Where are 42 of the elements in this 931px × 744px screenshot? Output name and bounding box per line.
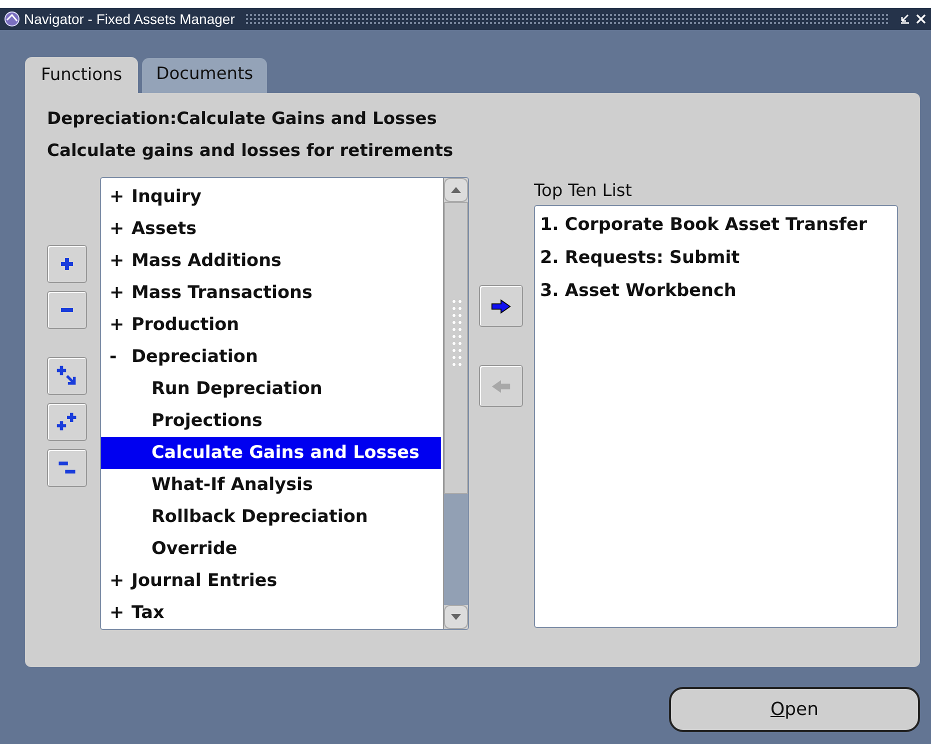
plus-arrow-icon — [56, 365, 78, 387]
tree-item[interactable]: Projections — [101, 405, 443, 437]
right-arrow-icon — [491, 298, 512, 314]
tree-item[interactable]: + Journal Entries — [101, 565, 443, 597]
list-item[interactable]: 2. Requests: Submit — [535, 245, 897, 278]
plus-icon — [60, 257, 74, 271]
tree-item[interactable]: What-If Analysis — [101, 469, 443, 501]
tree-item[interactable]: + Tax — [101, 597, 443, 629]
minimize-icon[interactable] — [899, 13, 911, 25]
expand-all-button[interactable] — [47, 403, 87, 441]
tree-item[interactable]: + Production — [101, 309, 443, 341]
left-arrow-icon — [491, 378, 512, 394]
expand-branch-button[interactable] — [47, 357, 87, 395]
tree-item[interactable]: + Assets — [101, 213, 443, 245]
tree-item[interactable]: + Mass Additions — [101, 245, 443, 277]
tree-item[interactable]: Run Depreciation — [101, 373, 443, 405]
list-item[interactable]: 1. Corporate Book Asset Transfer — [535, 212, 897, 245]
function-description: Calculate gains and losses for retirements — [47, 140, 454, 163]
globe-icon — [4, 11, 20, 27]
scrollbar[interactable] — [442, 178, 468, 629]
expand-button[interactable] — [47, 245, 87, 283]
scroll-down-icon[interactable] — [450, 614, 461, 620]
scroll-up-icon[interactable] — [450, 187, 461, 193]
list-label: Top Ten List — [534, 181, 633, 203]
window-title: Navigator - Fixed Assets Manager — [24, 11, 235, 27]
add-button[interactable] — [479, 285, 524, 327]
tree-item[interactable]: - Depreciation — [101, 341, 443, 373]
close-icon[interactable] — [915, 13, 927, 25]
scroll-thumb[interactable] — [444, 202, 468, 494]
open-button[interactable]: Open — [669, 687, 920, 732]
tree-item[interactable]: Calculate Gains and Losses — [101, 437, 441, 469]
tree-item[interactable]: Override — [101, 533, 443, 565]
tree-item[interactable]: + Mass Transactions — [101, 277, 443, 309]
tree-item[interactable]: Rollback Depreciation — [101, 501, 443, 533]
function-heading: Depreciation:Calculate Gains and Losses — [47, 108, 438, 131]
list-item[interactable]: 3. Asset Workbench — [535, 278, 897, 311]
tab[interactable]: Documents — [142, 58, 268, 93]
double-plus-icon — [56, 411, 78, 433]
tab[interactable]: Functions — [25, 57, 138, 93]
collapse-all-button[interactable] — [47, 449, 87, 487]
collapse-button[interactable] — [47, 291, 87, 329]
tree-item[interactable]: + Inquiry — [101, 181, 443, 213]
